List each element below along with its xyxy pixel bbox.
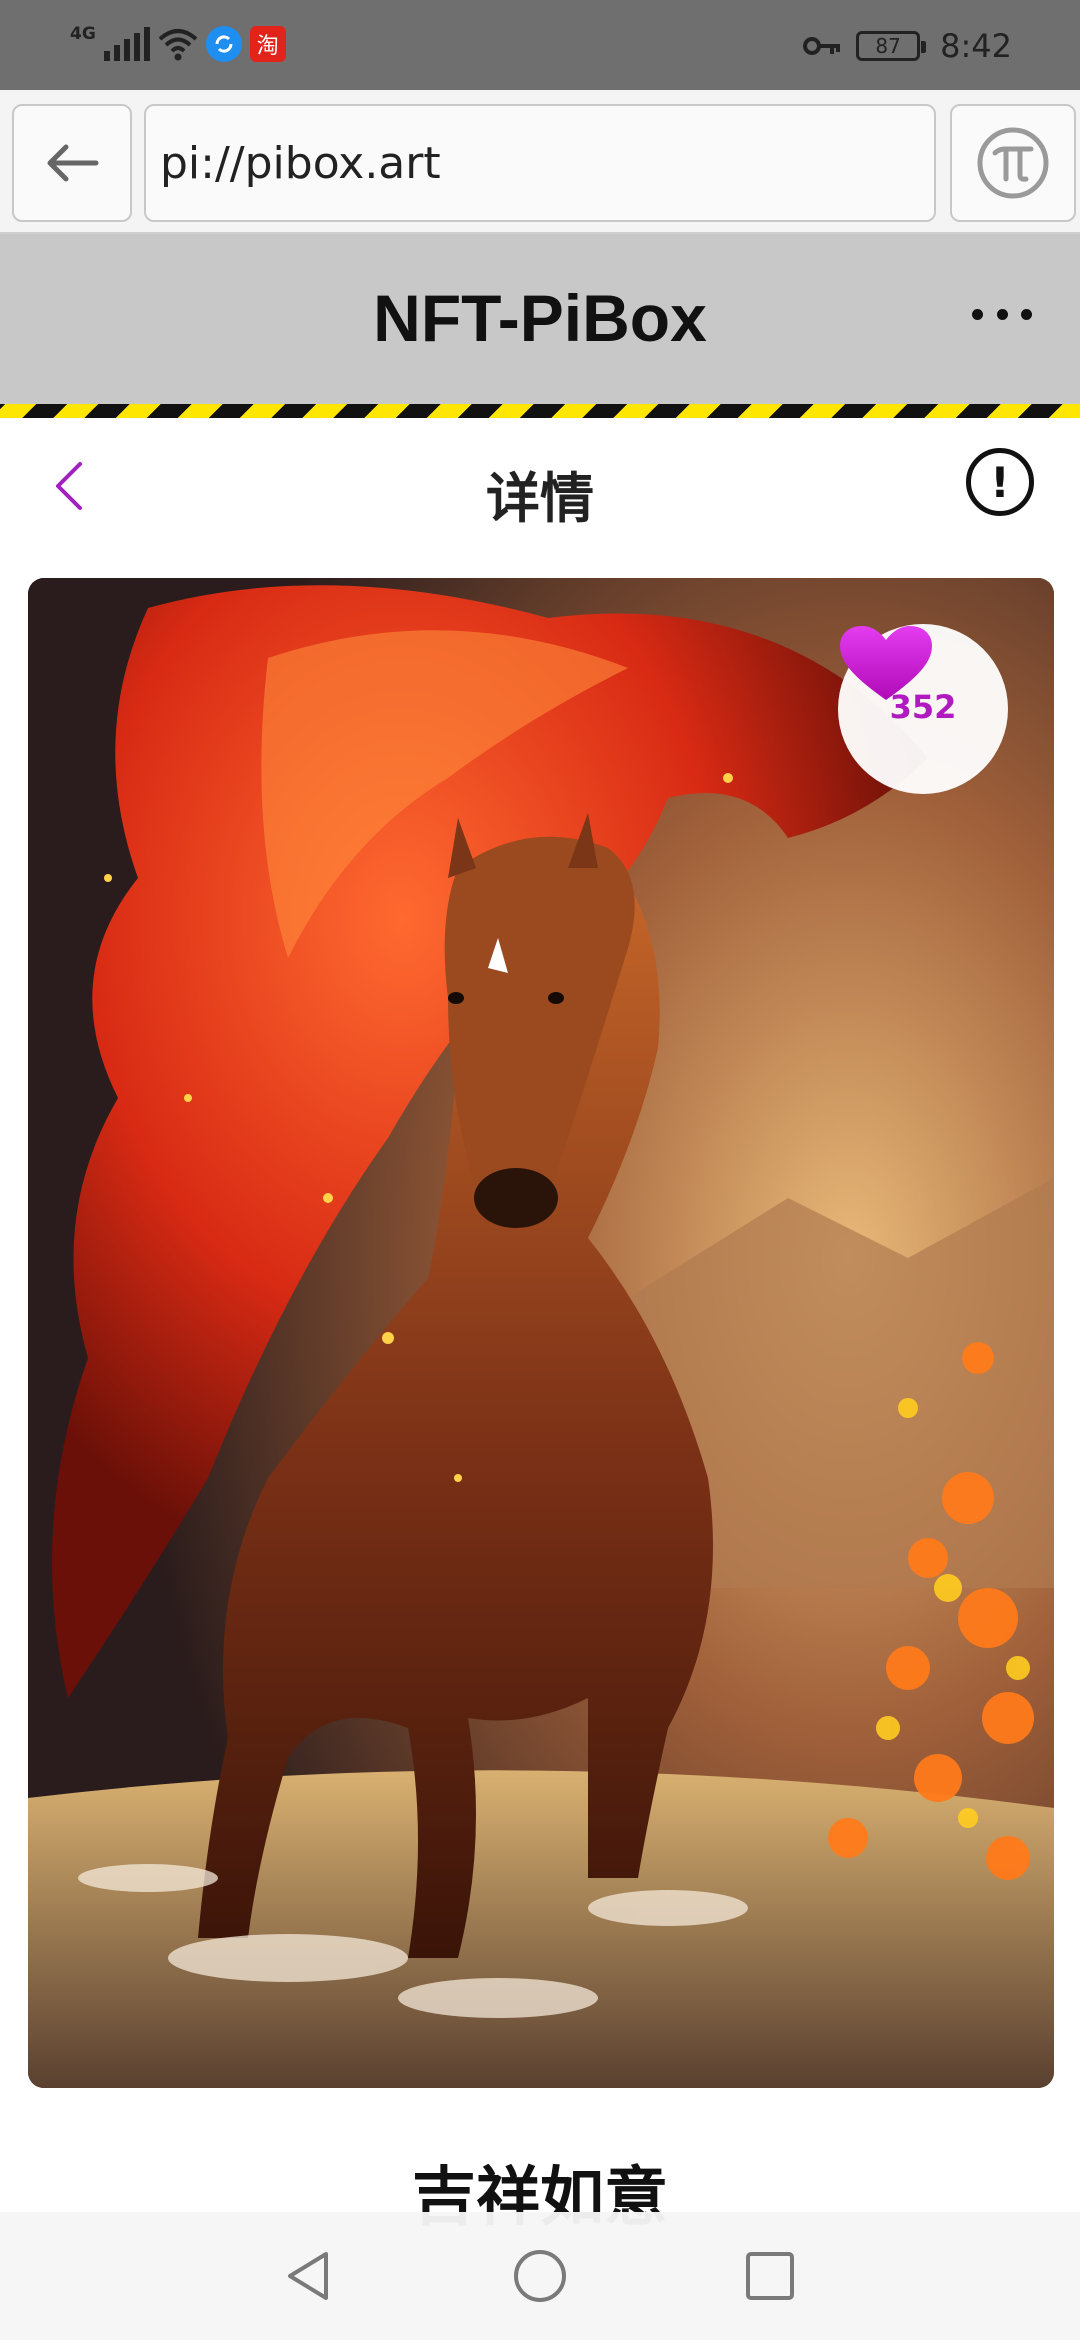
pi-logo-icon — [977, 127, 1049, 199]
wifi-icon — [158, 29, 198, 61]
back-arrow-icon — [47, 144, 99, 182]
horse-artwork-illustration — [28, 578, 1054, 2088]
system-nav-bar — [0, 2212, 1080, 2340]
status-left-icons: 4G 淘 — [70, 24, 286, 64]
browser-back-button[interactable] — [12, 104, 132, 222]
url-field[interactable]: pi://pibox.art — [144, 104, 936, 222]
hazard-stripe-divider — [0, 404, 1080, 418]
site-header: NFT-PiBox — [0, 234, 1080, 404]
more-icon[interactable] — [972, 294, 1032, 334]
heart-icon — [840, 626, 932, 700]
nav-recents-icon[interactable] — [740, 2246, 800, 2306]
like-button[interactable]: 352 — [838, 624, 1008, 794]
status-right-icons: 87 8:42 — [802, 24, 1012, 68]
nft-artwork-image[interactable]: 352 — [28, 578, 1054, 2088]
pi-wallet-button[interactable] — [950, 104, 1076, 222]
status-bar: 4G 淘 87 8:42 — [0, 0, 1080, 90]
network-type: 4G — [70, 24, 96, 44]
nav-back-icon[interactable] — [280, 2246, 340, 2306]
key-icon — [803, 37, 841, 55]
nav-home-icon[interactable] — [510, 2246, 570, 2306]
battery-icon: 87 — [856, 31, 927, 61]
page-nav: 详情 ! — [0, 418, 1080, 548]
page-title: 详情 — [486, 467, 594, 530]
app-notification-icon — [205, 26, 242, 62]
info-icon[interactable]: ! — [966, 448, 1034, 516]
clock: 8:42 — [940, 27, 1012, 65]
browser-bar: pi://pibox.art — [0, 90, 1080, 234]
site-title: NFT-PiBox — [373, 281, 707, 355]
taobao-icon: 淘 — [249, 26, 286, 62]
battery-level: 87 — [875, 34, 901, 58]
signal-icon — [103, 27, 150, 61]
